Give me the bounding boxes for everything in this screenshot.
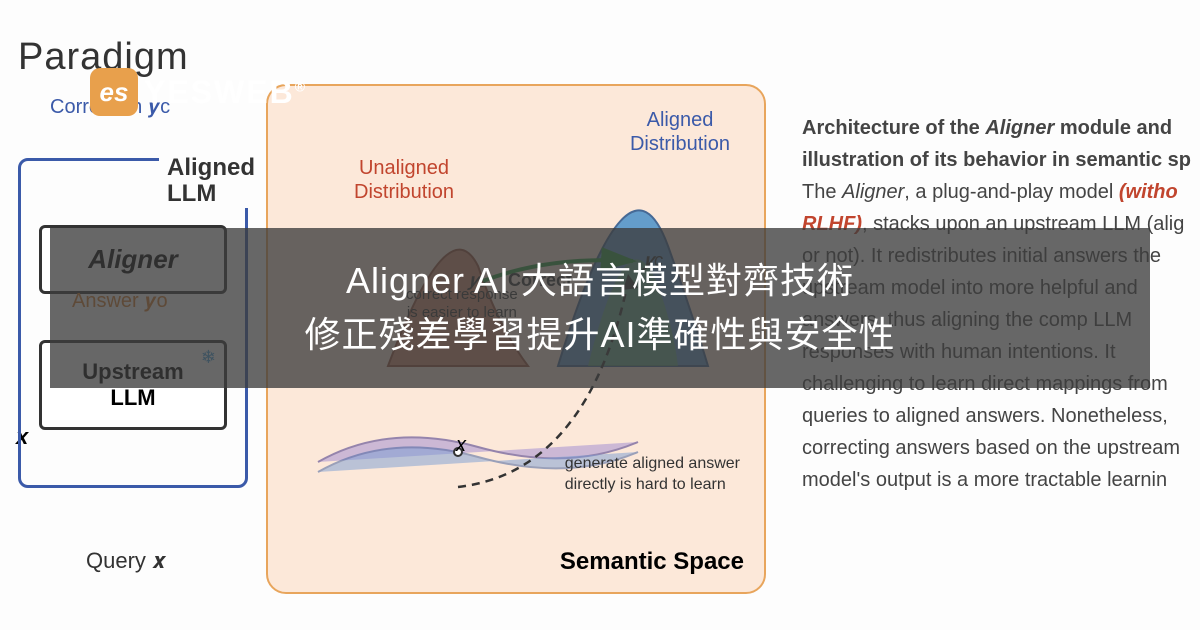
- logo-badge-icon: es: [90, 68, 138, 116]
- overlay-line-2: 修正殘差學習提升AI準確性與安全性: [70, 308, 1130, 362]
- aligned-dist-label: Aligned Distribution: [630, 108, 730, 156]
- title-overlay: Aligner AI 大語言模型對齊技術 修正殘差學習提升AI準確性與安全性: [50, 228, 1150, 388]
- overlay-line-1: Aligner AI 大語言模型對齊技術: [70, 254, 1130, 308]
- hard-label: generate aligned answer directly is hard…: [565, 454, 740, 496]
- upstream-sub: LLM: [52, 385, 214, 411]
- semantic-space-label: Semantic Space: [560, 548, 744, 576]
- query-label: Query 𝒙: [86, 548, 166, 574]
- diagram-background: Paradigm Correction 𝒚c Answer 𝒚o x Align…: [0, 0, 1200, 630]
- logo-text: YESWEB®: [144, 74, 307, 111]
- aligned-llm-label: Aligned LLM: [159, 155, 263, 208]
- yesweb-logo: es YESWEB®: [90, 68, 307, 116]
